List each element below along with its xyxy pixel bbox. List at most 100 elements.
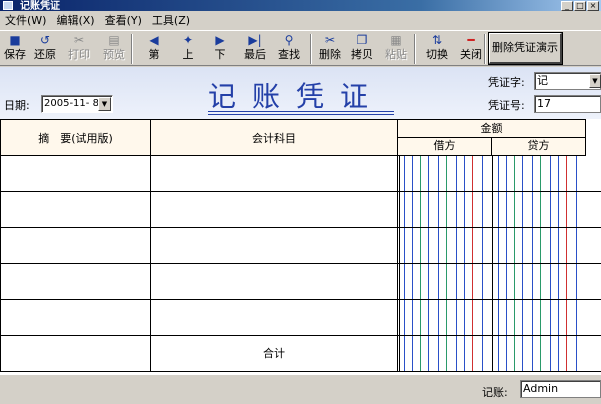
toolbar-button-3[interactable]: ▤ 预览: [99, 33, 129, 65]
toolbar-button-label: 查找: [278, 48, 300, 61]
bookkeeper-label: 记账:: [482, 386, 508, 399]
amount-cell[interactable]: [399, 192, 586, 227]
debit-header: 借方: [398, 138, 492, 156]
toolbar-separator: [310, 34, 312, 64]
account-cell[interactable]: [151, 264, 398, 299]
total-row: 合计: [0, 336, 601, 372]
voucher-number-label: 凭证号:: [488, 99, 525, 112]
summary-cell[interactable]: [0, 264, 151, 299]
toolbar-button-5[interactable]: ✦ 上: [173, 33, 203, 65]
minimize-icon[interactable]: _: [561, 1, 573, 11]
summary-cell[interactable]: [0, 192, 151, 227]
date-picker[interactable]: 2005-11- 8 ▼: [41, 95, 113, 113]
undo-icon: ↺: [39, 33, 51, 47]
toolbar-button-12[interactable]: ⇅ 切换: [422, 33, 452, 65]
toolbar-button-9[interactable]: ✂ 删除: [315, 33, 345, 65]
amount-cell[interactable]: [399, 264, 586, 299]
amount-cell[interactable]: [399, 156, 586, 191]
close-icon: ━: [467, 33, 475, 47]
close-window-icon[interactable]: ×: [587, 1, 599, 11]
preview-icon: ▤: [108, 33, 120, 47]
toolbar-button-0[interactable]: ■ 保存: [0, 33, 30, 65]
binoculars-icon: ⚲: [284, 33, 294, 47]
title-underline: [208, 111, 394, 112]
app-icon: [3, 1, 13, 10]
summary-cell[interactable]: [0, 300, 151, 335]
voucher-grid: 摘 要(试用版) 会计科目 金额 借方 贷方 合计: [0, 119, 601, 375]
summary-cell: [0, 336, 151, 371]
toolbar-button-label: 切换: [426, 48, 448, 61]
window-controls: _ □ ×: [561, 1, 599, 11]
voucher-type-select[interactable]: 记 ▼: [534, 72, 601, 90]
next-icon: ▶: [215, 33, 225, 47]
menu-file[interactable]: 文件(W): [0, 12, 51, 29]
title-underline-2: [208, 114, 394, 115]
last-icon: ▶|: [248, 33, 262, 47]
summary-cell[interactable]: [0, 156, 151, 191]
toolbar-button-label: 拷贝: [351, 48, 373, 61]
toolbar-button-10[interactable]: ❐ 拷贝: [347, 33, 377, 65]
account-cell[interactable]: [151, 228, 398, 263]
voucher-type-label: 凭证字:: [488, 76, 525, 89]
toolbar-button-label: 保存: [4, 48, 26, 61]
delete-voucher-demo-button[interactable]: 删除凭证演示: [488, 32, 563, 65]
toolbar-button-label: 粘贴: [385, 48, 407, 61]
account-cell[interactable]: [151, 192, 398, 227]
bookkeeper-value: Admin: [523, 382, 559, 395]
prev-icon: ✦: [182, 33, 194, 47]
credit-header: 贷方: [492, 138, 586, 156]
toolbar-button-11[interactable]: ▦ 粘贴: [381, 33, 411, 65]
amount-cell[interactable]: [399, 300, 586, 335]
print-icon: ✂: [73, 33, 85, 47]
paste-icon: ▦: [390, 33, 402, 47]
toolbar-button-1[interactable]: ↺ 还原: [30, 33, 60, 65]
account-cell[interactable]: [151, 156, 398, 191]
menu-edit[interactable]: 编辑(X): [51, 12, 99, 29]
switch-icon: ⇅: [431, 33, 443, 47]
toolbar-button-6[interactable]: ▶ 下: [205, 33, 235, 65]
table-row: [0, 264, 601, 300]
voucher-number-input[interactable]: 17: [534, 95, 601, 113]
account-header: 会计科目: [151, 119, 398, 156]
account-cell[interactable]: [151, 300, 398, 335]
table-row: [0, 300, 601, 336]
toolbar-button-label: 关闭: [460, 48, 482, 61]
date-dropdown-icon[interactable]: ▼: [98, 97, 111, 111]
table-row: [0, 156, 601, 192]
toolbar-button-4[interactable]: ◀ 第: [139, 33, 169, 65]
floppy-icon: ■: [9, 33, 21, 47]
window-titlebar[interactable]: 记账凭证 _ □ ×: [0, 0, 601, 11]
toolbar-button-label: 第: [148, 48, 160, 61]
toolbar-button-label: 最后: [244, 48, 266, 61]
copy-icon: ❐: [356, 33, 368, 47]
window-title: 记账凭证: [20, 1, 60, 11]
voucher-header: 记账凭证 日期: 2005-11- 8 ▼ 凭证字: 记 ▼ 凭证号: 17: [0, 67, 601, 119]
menu-view[interactable]: 查看(Y): [100, 12, 147, 29]
date-value: 2005-11- 8: [44, 98, 99, 109]
summary-cell[interactable]: [0, 228, 151, 263]
voucher-type-dropdown-icon[interactable]: ▼: [589, 74, 601, 88]
menu-tools[interactable]: 工具(Z): [147, 12, 195, 29]
table-row: [0, 228, 601, 264]
amount-cell[interactable]: [399, 336, 586, 371]
toolbar-button-2[interactable]: ✂ 打印: [64, 33, 94, 65]
toolbar-button-label: 还原: [34, 48, 56, 61]
toolbar-button-13[interactable]: ━ 关闭: [456, 33, 486, 65]
toolbar-separator: [414, 34, 416, 64]
first-icon: ◀: [149, 33, 159, 47]
toolbar-separator: [131, 34, 133, 64]
footer: 记账: Admin: [0, 375, 601, 404]
menu-bar: 文件(W) 编辑(X) 查看(Y) 工具(Z): [0, 11, 601, 30]
voucher-number-value: 17: [537, 97, 551, 110]
amount-cell[interactable]: [399, 228, 586, 263]
bookkeeper-input[interactable]: Admin: [520, 380, 601, 398]
cut-icon: ✂: [324, 33, 336, 47]
toolbar-button-7[interactable]: ▶| 最后: [240, 33, 270, 65]
toolbar-separator: [484, 34, 486, 64]
toolbar-button-label: 上: [182, 48, 194, 61]
toolbar-button-8[interactable]: ⚲ 查找: [274, 33, 304, 65]
total-label: 合计: [263, 347, 285, 360]
maximize-icon[interactable]: □: [574, 1, 586, 11]
table-row: [0, 192, 601, 228]
amount-header: 金额: [398, 119, 586, 138]
